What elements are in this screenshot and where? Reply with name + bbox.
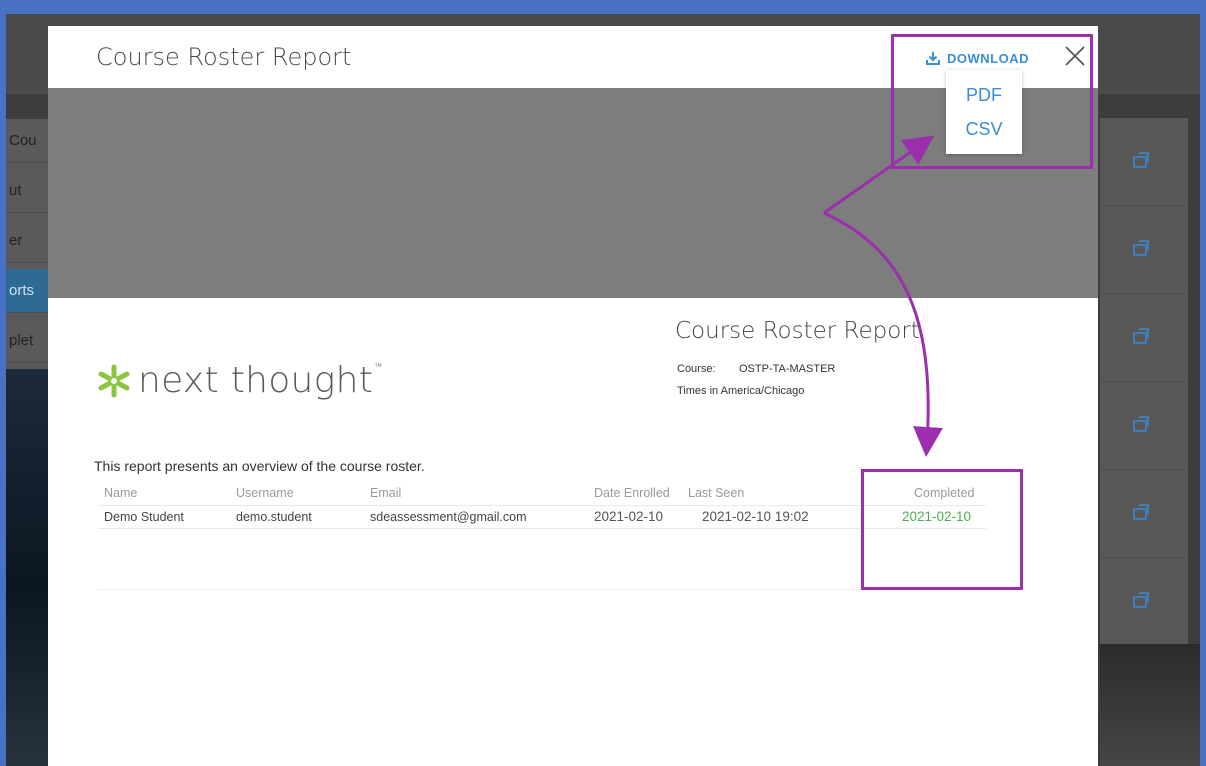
modal-title: Course Roster Report <box>96 43 352 71</box>
blank-row <box>98 560 888 590</box>
cell-name: Demo Student <box>104 510 184 524</box>
annotation-box-download <box>891 34 1093 169</box>
cell-date-enrolled: 2021-02-10 <box>594 509 664 524</box>
logo-asterisk-icon <box>98 364 130 397</box>
open-external-icon <box>1133 152 1149 168</box>
table-divider <box>98 505 986 506</box>
background-menu-item: plet <box>6 319 48 363</box>
course-value: OSTP-TA-MASTER <box>739 363 836 375</box>
open-external-icon <box>1133 592 1149 608</box>
background-right-panel <box>1100 118 1188 646</box>
report-intro: This report presents an overview of the … <box>94 458 425 474</box>
column-header: Last Seen <box>688 486 745 500</box>
table-divider <box>98 528 986 529</box>
timezone-note: Times in America/Chicago <box>677 385 805 397</box>
background-row <box>1100 558 1188 646</box>
background-row <box>1100 382 1188 470</box>
column-header: Username <box>236 486 294 500</box>
background-image <box>6 369 48 766</box>
open-external-icon <box>1133 240 1149 256</box>
cell-email: sdeassessment@gmail.com <box>370 510 527 524</box>
background-row <box>1100 294 1188 382</box>
open-external-icon <box>1133 504 1149 520</box>
cell-username: demo.student <box>236 510 312 524</box>
logo-trademark: ™ <box>374 362 383 371</box>
open-external-icon <box>1133 416 1149 432</box>
background-menu-item: er <box>6 219 48 263</box>
background-row <box>1100 206 1188 294</box>
cell-last-seen: 2021-02-10 19:02 <box>702 509 809 524</box>
column-header: Email <box>370 486 402 500</box>
column-header: Name <box>104 486 138 500</box>
column-header: Date Enrolled <box>594 486 670 500</box>
report-title: Course Roster Report <box>675 318 920 344</box>
report-meta: Course: OSTP-TA-MASTER Times in America/C… <box>677 358 835 402</box>
nextthought-logo: next thought ™ <box>94 360 382 401</box>
background-menu-item: Cou <box>6 119 48 163</box>
background-menu-item: ut <box>6 169 48 213</box>
background-left-menu: Cou ut er orts plet <box>6 119 48 369</box>
background-row <box>1100 470 1188 558</box>
open-external-icon <box>1133 328 1149 344</box>
background-panel-shadow <box>1100 644 1200 766</box>
logo-text: next thought <box>138 360 374 401</box>
course-label: Course: <box>677 363 716 375</box>
background-row <box>1100 118 1188 206</box>
background-menu-item-active: orts <box>6 269 48 313</box>
annotation-box-completed <box>861 469 1023 590</box>
